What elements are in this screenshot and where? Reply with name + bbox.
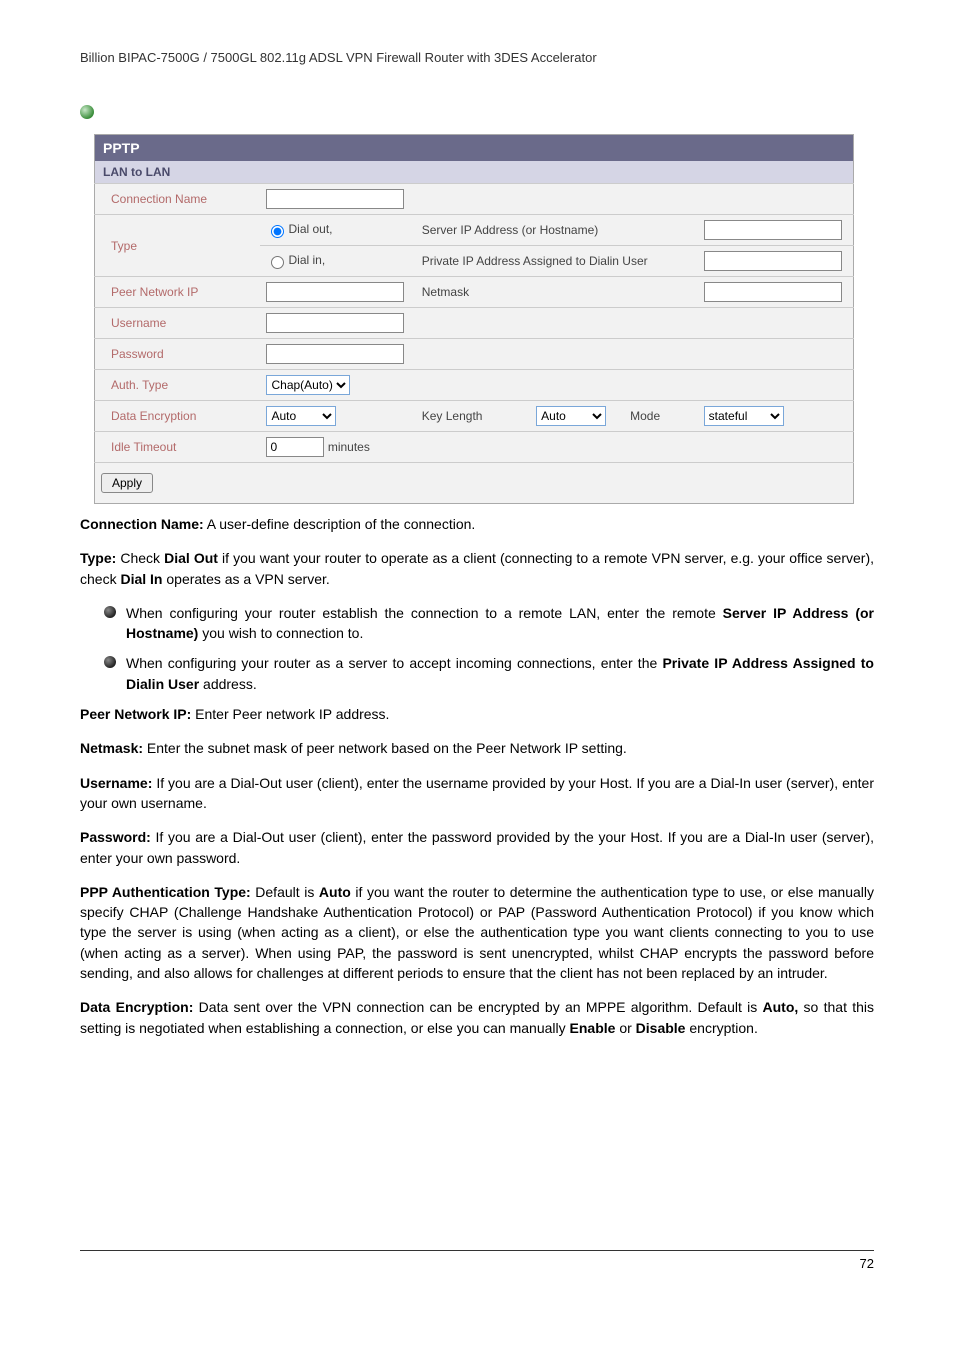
idle-timeout-label: Idle Timeout (95, 432, 261, 463)
password-label: Password (95, 339, 261, 370)
type-label: Type (95, 215, 261, 277)
password-input[interactable] (266, 344, 404, 364)
globe-icon (80, 105, 94, 119)
key-length-label: Key Length (416, 401, 530, 432)
username-input[interactable] (266, 313, 404, 333)
idle-timeout-input[interactable] (266, 437, 324, 457)
auth-type-select[interactable]: Chap(Auto) (266, 375, 350, 395)
apply-button[interactable]: Apply (101, 473, 153, 493)
footer-line (80, 1250, 874, 1251)
connection-name-input[interactable] (266, 189, 404, 209)
page-number: 72 (860, 1256, 874, 1271)
peer-network-input[interactable] (266, 282, 404, 302)
private-ip-label: Private IP Address Assigned to Dialin Us… (416, 246, 698, 277)
bullet-dialin: When configuring your router as a server… (104, 653, 874, 694)
para-data-encryption: Data Encryption: Data sent over the VPN … (80, 997, 874, 1038)
dial-out-radio[interactable]: Dial out, (266, 222, 332, 236)
server-ip-label: Server IP Address (or Hostname) (416, 215, 698, 246)
pptp-config-table: PPTP LAN to LAN Connection Name Type Dia… (94, 134, 854, 504)
netmask-label: Netmask (416, 277, 698, 308)
data-enc-label: Data Encryption (95, 401, 261, 432)
running-header: Billion BIPAC-7500G / 7500GL 802.11g ADS… (80, 50, 874, 65)
para-netmask: Netmask: Enter the subnet mask of peer n… (80, 738, 874, 758)
idle-unit: minutes (328, 440, 370, 454)
data-enc-select[interactable]: Auto (266, 406, 336, 426)
dial-in-radio[interactable]: Dial in, (266, 253, 325, 267)
para-auth-type: PPP Authentication Type: Default is Auto… (80, 882, 874, 983)
server-ip-input[interactable] (704, 220, 842, 240)
table-subtitle: LAN to LAN (95, 161, 854, 184)
para-connection-name: Connection Name: A user-define descripti… (80, 514, 874, 534)
bullet-icon (104, 656, 116, 668)
netmask-input[interactable] (704, 282, 842, 302)
connection-name-label: Connection Name (95, 184, 261, 215)
para-password: Password: If you are a Dial-Out user (cl… (80, 827, 874, 868)
username-label: Username (95, 308, 261, 339)
para-peer-network: Peer Network IP: Enter Peer network IP a… (80, 704, 874, 724)
mode-select[interactable]: stateful (704, 406, 784, 426)
table-title: PPTP (95, 135, 854, 162)
private-ip-input[interactable] (704, 251, 842, 271)
key-length-select[interactable]: Auto (536, 406, 606, 426)
para-type: Type: Check Dial Out if you want your ro… (80, 548, 874, 589)
bullet-dialout: When configuring your router establish t… (104, 603, 874, 644)
mode-label: Mode (624, 401, 698, 432)
auth-type-label: Auth. Type (95, 370, 261, 401)
peer-network-label: Peer Network IP (95, 277, 261, 308)
bullet-icon (104, 606, 116, 618)
para-username: Username: If you are a Dial-Out user (cl… (80, 773, 874, 814)
